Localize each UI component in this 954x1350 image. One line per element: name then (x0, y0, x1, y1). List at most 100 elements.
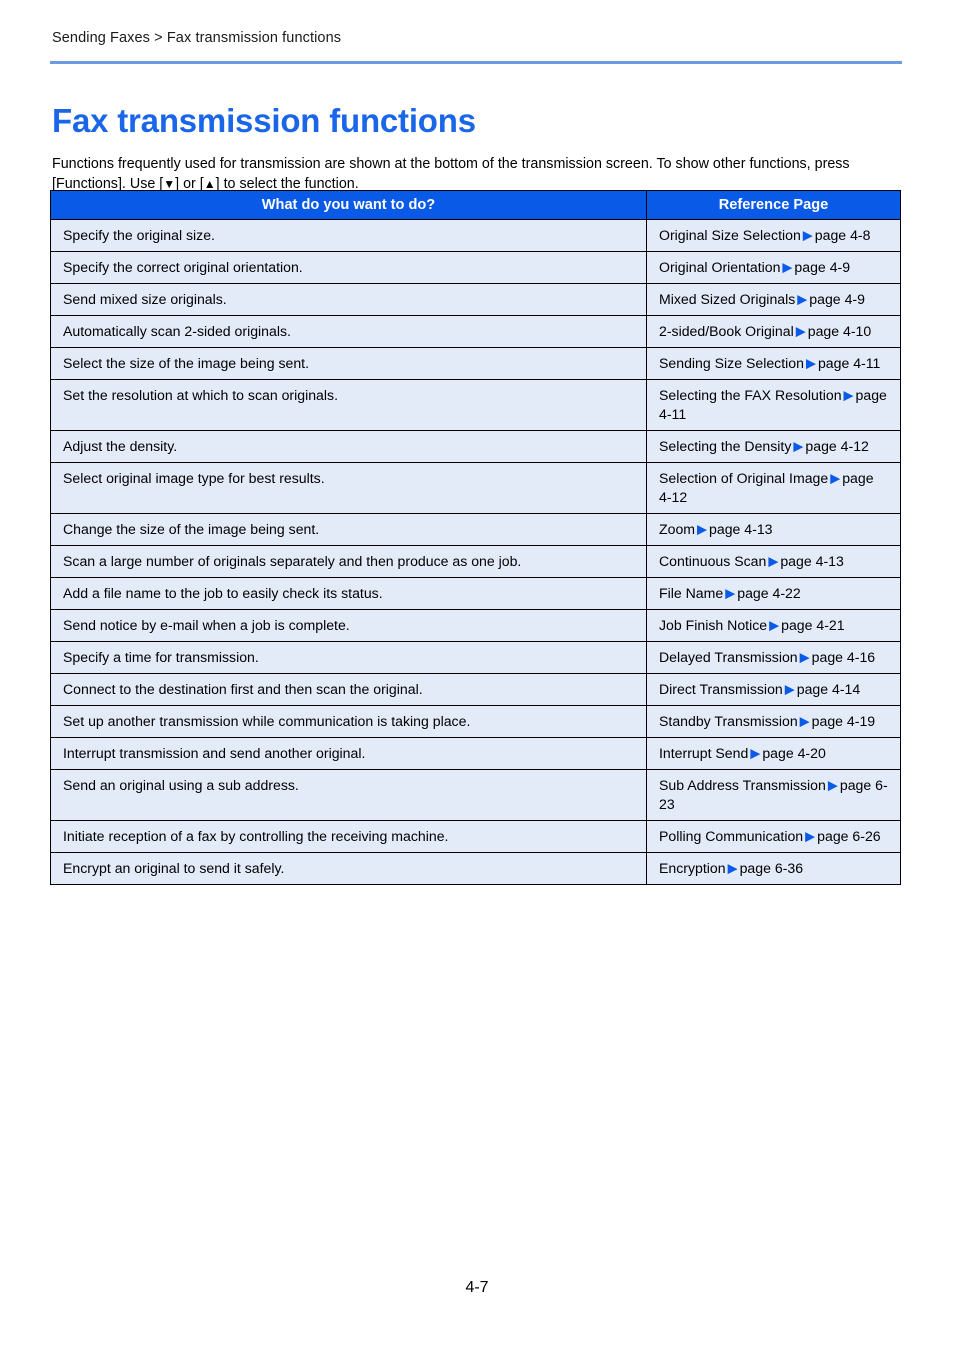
table-cell-reference: Encryption ▶ page 6-36 (646, 852, 901, 885)
right-triangle-icon: ▶ (797, 291, 808, 307)
reference-link-label[interactable]: Zoom (659, 521, 695, 537)
table-row: Initiate reception of a fax by controlli… (50, 820, 901, 853)
reference-link-label[interactable]: Polling Communication (659, 828, 803, 844)
table-cell-task: Scan a large number of originals separat… (50, 545, 647, 578)
right-triangle-icon: ▶ (805, 828, 816, 844)
table-cell-task: Add a file name to the job to easily che… (50, 577, 647, 610)
reference-page-number[interactable]: page 4-13 (780, 553, 843, 569)
table-row: Send notice by e-mail when a job is comp… (50, 609, 901, 642)
table-row: Send an original using a sub address. Sub… (50, 769, 901, 821)
table-cell-task: Specify the original size. (50, 219, 647, 252)
table-header-row: What do you want to do? Reference Page (50, 190, 901, 220)
right-triangle-icon: ▶ (799, 649, 810, 665)
table-cell-reference: Selecting the FAX Resolution ▶ page 4-11 (646, 379, 901, 431)
table-cell-reference: File Name ▶ page 4-22 (646, 577, 901, 610)
table-cell-task: Select original image type for best resu… (50, 462, 647, 514)
column-header-reference: Reference Page (646, 190, 901, 220)
table-cell-task: Send notice by e-mail when a job is comp… (50, 609, 647, 642)
table-cell-reference: Original Size Selection ▶ page 4-8 (646, 219, 901, 252)
table-row: Adjust the density. Selecting the Density… (50, 430, 901, 463)
right-triangle-icon: ▶ (784, 681, 795, 697)
table-cell-reference: Polling Communication ▶ page 6-26 (646, 820, 901, 853)
reference-link-label[interactable]: Standby Transmission (659, 713, 798, 729)
table-cell-task: Encrypt an original to send it safely. (50, 852, 647, 885)
reference-link-label[interactable]: Selecting the Density (659, 438, 791, 454)
table-row: Set up another transmission while commun… (50, 705, 901, 738)
reference-link-label[interactable]: Job Finish Notice (659, 617, 767, 633)
table-row: Add a file name to the job to easily che… (50, 577, 901, 610)
right-triangle-icon: ▶ (843, 387, 854, 403)
reference-page-number[interactable]: page 4-8 (815, 227, 871, 243)
reference-link-label[interactable]: 2-sided/Book Original (659, 323, 794, 339)
table-row: Select the size of the image being sent.… (50, 347, 901, 380)
right-triangle-icon: ▶ (799, 713, 810, 729)
table-cell-task: Automatically scan 2-sided originals. (50, 315, 647, 348)
page-title: Fax transmission functions (52, 102, 476, 140)
reference-link-label[interactable]: Original Orientation (659, 259, 780, 275)
table-row: Specify the correct original orientation… (50, 251, 901, 284)
right-triangle-icon: ▶ (768, 553, 779, 569)
right-triangle-icon: ▶ (805, 355, 816, 371)
reference-page-number[interactable]: page 4-22 (737, 585, 800, 601)
table-cell-reference: Selection of Original Image ▶ page 4-12 (646, 462, 901, 514)
table-cell-task: Set up another transmission while commun… (50, 705, 647, 738)
reference-link-label[interactable]: Encryption (659, 860, 726, 876)
table-cell-reference: Delayed Transmission ▶ page 4-16 (646, 641, 901, 674)
table-row: Set the resolution at which to scan orig… (50, 379, 901, 431)
right-triangle-icon: ▶ (750, 745, 761, 761)
table-cell-reference: Zoom ▶ page 4-13 (646, 513, 901, 546)
reference-page-number[interactable]: page 4-14 (797, 681, 860, 697)
reference-link-label[interactable]: Sub Address Transmission (659, 777, 826, 793)
table-cell-reference: 2-sided/Book Original ▶ page 4-10 (646, 315, 901, 348)
reference-page-number[interactable]: page 4-19 (812, 713, 875, 729)
table-row: Scan a large number of originals separat… (50, 545, 901, 578)
table-cell-task: Specify a time for transmission. (50, 641, 647, 674)
reference-page-number[interactable]: page 4-16 (812, 649, 875, 665)
table-row: Specify a time for transmission. Delayed … (50, 641, 901, 674)
right-triangle-icon: ▶ (830, 470, 841, 486)
table-cell-task: Adjust the density. (50, 430, 647, 463)
reference-link-label[interactable]: Selecting the FAX Resolution (659, 387, 842, 403)
table-cell-task: Send an original using a sub address. (50, 769, 647, 821)
reference-link-label[interactable]: Direct Transmission (659, 681, 783, 697)
table-cell-task: Send mixed size originals. (50, 283, 647, 316)
right-triangle-icon: ▶ (782, 259, 793, 275)
reference-page-number[interactable]: page 4-11 (818, 355, 880, 371)
intro-paragraph: Functions frequently used for transmissi… (52, 154, 900, 194)
reference-link-label[interactable]: Original Size Selection (659, 227, 801, 243)
table-cell-reference: Original Orientation ▶ page 4-9 (646, 251, 901, 284)
reference-link-label[interactable]: Sending Size Selection (659, 355, 804, 371)
table-cell-reference: Sub Address Transmission ▶ page 6-23 (646, 769, 901, 821)
header-divider (50, 61, 902, 64)
table-row: Interrupt transmission and send another … (50, 737, 901, 770)
reference-page-number[interactable]: page 4-9 (794, 259, 850, 275)
reference-link-label[interactable]: Continuous Scan (659, 553, 766, 569)
right-triangle-icon: ▶ (769, 617, 780, 633)
right-triangle-icon: ▶ (802, 227, 813, 243)
reference-link-label[interactable]: Delayed Transmission (659, 649, 798, 665)
reference-page-number[interactable]: page 4-21 (781, 617, 844, 633)
reference-page-number[interactable]: page 4-20 (762, 745, 825, 761)
table-row: Send mixed size originals. Mixed Sized Or… (50, 283, 901, 316)
right-triangle-icon: ▶ (725, 585, 736, 601)
reference-page-number[interactable]: page 4-10 (808, 323, 871, 339)
reference-link-label[interactable]: Selection of Original Image (659, 470, 828, 486)
table-row: Connect to the destination first and the… (50, 673, 901, 706)
table-cell-task: Change the size of the image being sent. (50, 513, 647, 546)
document-page: Sending Faxes > Fax transmission functio… (0, 0, 954, 1350)
table-cell-reference: Direct Transmission ▶ page 4-14 (646, 673, 901, 706)
table-row: Change the size of the image being sent.… (50, 513, 901, 546)
table-cell-reference: Sending Size Selection ▶ page 4-11 (646, 347, 901, 380)
reference-link-label[interactable]: Mixed Sized Originals (659, 291, 795, 307)
right-triangle-icon: ▶ (795, 323, 806, 339)
table-cell-reference: Selecting the Density ▶ page 4-12 (646, 430, 901, 463)
right-triangle-icon: ▶ (793, 438, 804, 454)
reference-page-number[interactable]: page 4-13 (709, 521, 772, 537)
reference-link-label[interactable]: Interrupt Send (659, 745, 748, 761)
reference-page-number[interactable]: page 4-12 (805, 438, 868, 454)
reference-page-number[interactable]: page 4-9 (809, 291, 865, 307)
table-cell-reference: Mixed Sized Originals ▶ page 4-9 (646, 283, 901, 316)
reference-page-number[interactable]: page 6-26 (817, 828, 880, 844)
reference-page-number[interactable]: page 6-36 (740, 860, 803, 876)
reference-link-label[interactable]: File Name (659, 585, 723, 601)
